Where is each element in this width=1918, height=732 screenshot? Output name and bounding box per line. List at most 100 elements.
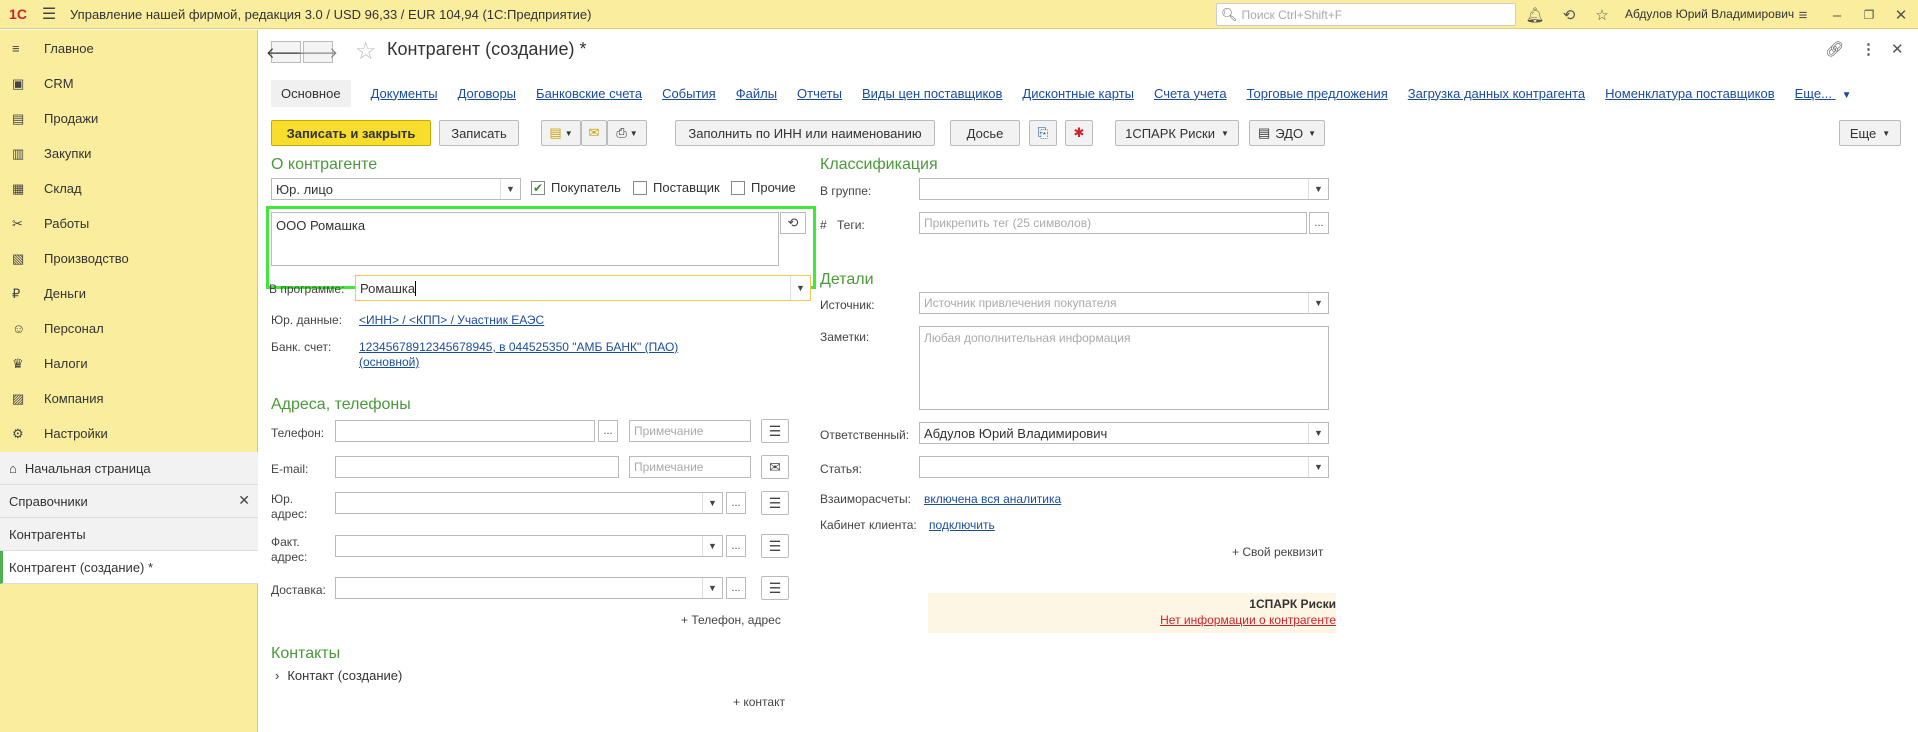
tab-reports[interactable]: Отчеты [797, 86, 842, 101]
tab-more[interactable]: Еще... ▼ [1795, 86, 1852, 101]
counterparty-type-select[interactable]: Юр. лицо ▼ [271, 178, 521, 200]
main-menu-icon[interactable]: ☰ [36, 4, 62, 24]
sidebar-item-warehouse[interactable]: ▦ Склад [0, 171, 257, 206]
tab-discount-cards[interactable]: Дисконтные карты [1022, 86, 1134, 101]
tab-accounts[interactable]: Счета учета [1154, 86, 1227, 101]
chevron-down-icon[interactable]: ▼ [1308, 179, 1328, 199]
full-name-field[interactable]: ООО Ромашка [271, 212, 779, 266]
chevron-down-icon[interactable]: ▼ [500, 179, 520, 199]
fact-address-select-button[interactable]: ... [726, 535, 746, 557]
contact-item[interactable]: › Контакт (создание) [275, 668, 402, 683]
add-own-requisite-link[interactable]: + Свой реквизит [1232, 545, 1323, 559]
chevron-down-icon[interactable]: ▼ [702, 578, 722, 598]
chevron-down-icon[interactable]: ▼ [1308, 457, 1328, 477]
sidebar-item-works[interactable]: ✂ Работы [0, 206, 257, 241]
open-window-counterparty-new[interactable]: Контрагент (создание) * [0, 551, 258, 584]
other-checkbox[interactable]: Прочие [731, 180, 796, 195]
buyer-checkbox[interactable]: ✔ Покупатель [531, 180, 621, 195]
more-actions-button[interactable]: Еще ▼ [1839, 120, 1901, 146]
sidebar-item-company[interactable]: ▨ Компания [0, 381, 257, 416]
delivery-address-input[interactable]: ▼ [335, 577, 723, 599]
chevron-down-icon[interactable]: ▼ [702, 493, 722, 513]
close-window-icon[interactable]: ✕ [1890, 4, 1912, 26]
phone-select-button[interactable]: ... [598, 420, 618, 442]
forward-button[interactable]: 🡒 [298, 41, 338, 63]
sidebar-item-settings[interactable]: ⚙ Настройки [0, 416, 257, 451]
email-input[interactable] [335, 456, 619, 478]
user-name[interactable]: Абдулов Юрий Владимирович [1625, 7, 1794, 21]
bell-icon[interactable]: 🔔︎ [1524, 4, 1546, 26]
fill-by-inn-button[interactable]: Заполнить по ИНН или наименованию [675, 120, 935, 146]
phone-note-input[interactable] [629, 420, 751, 442]
email-send-button[interactable]: ✉ [761, 455, 789, 479]
spark-risks-button[interactable]: 1СПАРК Риски ▼ [1115, 120, 1239, 146]
legal-address-input[interactable]: ▼ [335, 492, 723, 514]
fact-address-input[interactable]: ▼ [335, 535, 723, 557]
close-form-icon[interactable]: ✕ [1891, 40, 1904, 58]
tab-supplier-nomenclature[interactable]: Номенклатура поставщиков [1605, 86, 1775, 101]
open-window-counterparties[interactable]: Контрагенты [0, 518, 258, 551]
email-note-input[interactable] [629, 456, 751, 478]
add-phone-address-link[interactable]: + Телефон, адрес [681, 613, 781, 627]
sidebar-item-production[interactable]: ▧ Производство [0, 241, 257, 276]
save-and-close-button[interactable]: Записать и закрыть [271, 120, 431, 146]
create-based-button[interactable]: ▤ ▼ [541, 120, 581, 146]
minimize-icon[interactable]: – [1826, 4, 1848, 26]
link-icon[interactable]: 🔗︎ [1825, 40, 1844, 58]
notes-textarea[interactable] [919, 326, 1329, 410]
tab-documents[interactable]: Документы [371, 86, 438, 101]
sidebar-item-personnel[interactable]: ☺ Персонал [0, 311, 257, 346]
sidebar-item-crm[interactable]: ▣ CRM [0, 66, 257, 101]
settlements-link[interactable]: включена вся аналитика [924, 492, 1061, 506]
sidebar-item-taxes[interactable]: ♛ Налоги [0, 346, 257, 381]
tags-input[interactable] [919, 212, 1307, 234]
tab-supplier-prices[interactable]: Виды цен поставщиков [862, 86, 1002, 101]
tab-files[interactable]: Файлы [736, 86, 777, 101]
search-input[interactable] [1241, 7, 1502, 22]
sidebar-item-main[interactable]: ≡ Главное [0, 31, 257, 66]
chevron-down-icon[interactable]: ▼ [702, 536, 722, 556]
group-select[interactable]: ▼ [919, 178, 1329, 200]
supplier-checkbox[interactable]: Поставщик [633, 180, 720, 195]
program-name-input[interactable]: Ромашка ▼ [355, 275, 811, 301]
client-cabinet-link[interactable]: подключить [929, 518, 995, 532]
email-button[interactable]: ✉ [581, 120, 607, 146]
global-search[interactable]: 🔍︎ [1216, 3, 1516, 26]
home-page-link[interactable]: ⌂ Начальная страница [0, 452, 258, 485]
name-history-button[interactable]: ⟲ [780, 212, 806, 234]
tags-select-button[interactable]: ... [1309, 212, 1329, 234]
history-icon[interactable]: ⟲ [1558, 4, 1580, 26]
phone-actions-button[interactable]: ☰ [761, 419, 789, 443]
delivery-select-button[interactable]: ... [726, 577, 746, 599]
back-button[interactable]: 🡐 [266, 41, 306, 63]
tab-main[interactable]: Основное [271, 79, 351, 107]
save-button[interactable]: Записать [439, 120, 519, 146]
dossier-button[interactable]: Досье [950, 120, 1020, 146]
fact-address-actions-button[interactable]: ☰ [761, 534, 789, 558]
sidebar-item-purchases[interactable]: ▥ Закупки [0, 136, 257, 171]
spark-no-info-link[interactable]: Нет информации о контрагенте [1160, 613, 1336, 627]
favorites-star-icon[interactable]: ☆ [1591, 4, 1613, 26]
bank-account-main-link[interactable]: (основной) [359, 355, 419, 369]
sidebar-item-money[interactable]: ₽ Деньги [0, 276, 257, 311]
favorite-star-icon[interactable]: ☆ [355, 37, 377, 66]
chevron-down-icon[interactable]: ▼ [790, 276, 810, 300]
spark-indicator-button[interactable]: ✱ [1065, 120, 1093, 146]
settings-menu-icon[interactable]: ≡ [1792, 4, 1814, 26]
phone-input[interactable] [335, 420, 595, 442]
tab-data-load[interactable]: Загрузка данных контрагента [1408, 86, 1585, 101]
source-select[interactable]: ▼ [919, 292, 1329, 314]
sidebar-item-sales[interactable]: ▤ Продажи [0, 101, 257, 136]
add-contact-link[interactable]: + контакт [733, 695, 785, 709]
delivery-actions-button[interactable]: ☰ [761, 576, 789, 600]
open-window-directories[interactable]: Справочники ✕ [0, 485, 258, 518]
chevron-down-icon[interactable]: ▼ [1308, 293, 1328, 313]
more-vertical-icon[interactable]: ⋮ [1861, 40, 1876, 58]
tab-bank-accounts[interactable]: Банковские счета [536, 86, 642, 101]
export-button[interactable]: ⎘ [1029, 120, 1057, 146]
close-icon[interactable]: ✕ [238, 492, 250, 509]
legal-data-link[interactable]: <ИНН> / <КПП> / Участник ЕАЭС [359, 313, 544, 327]
tab-contracts[interactable]: Договоры [458, 86, 516, 101]
print-button[interactable]: ⎙ ▼ [607, 120, 647, 146]
chevron-down-icon[interactable]: ▼ [1308, 423, 1328, 443]
